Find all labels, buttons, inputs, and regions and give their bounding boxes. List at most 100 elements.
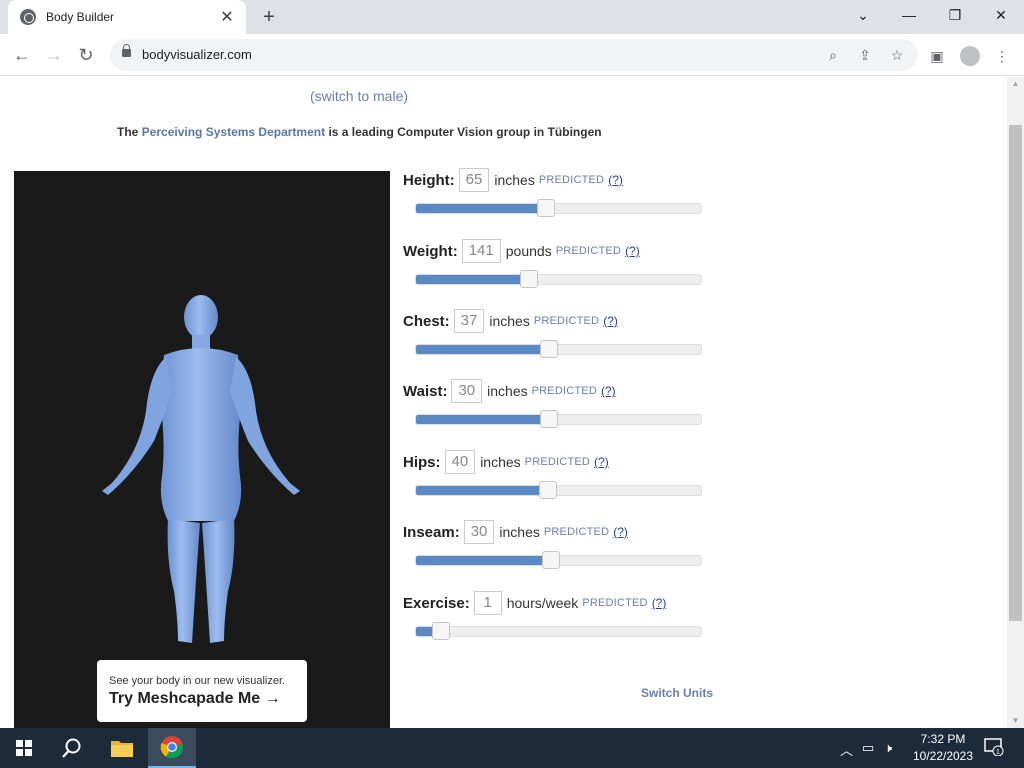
field-value-input[interactable]: 1: [473, 591, 502, 615]
help-link[interactable]: (?): [603, 314, 618, 328]
field-value-input[interactable]: 30: [451, 379, 483, 403]
tray-chevron-icon[interactable]: ︿: [840, 740, 853, 759]
field-row: Hips: 40 inches PREDICTED (?): [403, 449, 609, 475]
meshcapade-promo[interactable]: See your body in our new visualizer. Try…: [97, 660, 307, 722]
slider-handle[interactable]: [431, 622, 450, 640]
help-link[interactable]: (?): [613, 525, 628, 539]
slider-fill: [416, 275, 529, 284]
slider-handle[interactable]: [541, 551, 560, 569]
taskbar: ︿ ▭ 🕨 7:32 PM 10/22/2023 1: [0, 728, 1024, 768]
slider-handle[interactable]: [540, 340, 559, 358]
file-explorer-icon[interactable]: [98, 728, 146, 768]
share-icon[interactable]: ⇪: [856, 46, 874, 64]
slider-handle[interactable]: [537, 199, 556, 217]
field-value-input[interactable]: 65: [458, 168, 490, 192]
notification-icon[interactable]: 1: [984, 738, 1004, 759]
perceiving-systems-link[interactable]: Perceiving Systems Department: [142, 125, 325, 139]
measurement-field: Chest: 37 inches PREDICTED (?): [403, 308, 723, 368]
slider-fill: [416, 204, 546, 213]
network-icon[interactable]: ▭: [862, 740, 874, 756]
restore-button[interactable]: ❐: [932, 0, 978, 30]
intro-prefix: The: [117, 125, 139, 139]
intro-text: The Perceiving Systems Department is a l…: [117, 125, 602, 139]
close-window-button[interactable]: ✕: [978, 0, 1024, 30]
new-tab-button[interactable]: +: [258, 6, 280, 28]
measurement-slider[interactable]: [415, 410, 702, 428]
predicted-badge: PREDICTED: [555, 245, 622, 257]
url-text[interactable]: bodyvisualizer.com: [142, 47, 252, 62]
field-value-input[interactable]: 37: [453, 309, 485, 333]
promo-title-text: Try Meshcapade Me: [109, 690, 261, 707]
tab-search-icon[interactable]: ⌄: [840, 0, 886, 30]
reload-icon[interactable]: ↻: [74, 44, 98, 66]
page-viewport: (switch to male) The Perceiving Systems …: [0, 77, 1007, 728]
windows-start-icon[interactable]: [0, 728, 48, 768]
bookmark-star-icon[interactable]: ☆: [888, 46, 906, 64]
measurement-field: Height: 65 inches PREDICTED (?): [403, 167, 723, 227]
zoom-icon[interactable]: ⌕: [824, 46, 842, 64]
measurement-slider[interactable]: [415, 551, 702, 569]
volume-muted-icon[interactable]: 🕨: [884, 740, 892, 756]
slider-fill: [416, 486, 547, 495]
browser-toolbar: ← → ↻ bodyvisualizer.com ⌕ ⇪ ☆ ▣ ⋮: [0, 34, 1024, 76]
switch-units-link[interactable]: Switch Units: [641, 686, 713, 700]
field-value-input[interactable]: 141: [461, 239, 501, 263]
field-unit: hours/week: [506, 595, 579, 611]
help-link[interactable]: (?): [594, 455, 609, 469]
intro-suffix: is a leading Computer Vision group in Tü…: [328, 125, 602, 139]
side-panel-icon[interactable]: ▣: [927, 46, 947, 66]
slider-handle[interactable]: [538, 481, 557, 499]
search-icon[interactable]: [48, 728, 96, 768]
forward-icon[interactable]: →: [42, 44, 66, 66]
field-value-input[interactable]: 30: [463, 520, 495, 544]
promo-subtitle: See your body in our new visualizer.: [109, 675, 286, 687]
predicted-badge: PREDICTED: [543, 526, 610, 538]
measurement-slider[interactable]: [415, 199, 702, 217]
system-clock[interactable]: 7:32 PM 10/22/2023: [906, 731, 980, 765]
scroll-up-icon[interactable]: ▲: [1007, 77, 1024, 91]
field-label: Weight:: [403, 242, 458, 260]
scroll-thumb[interactable]: [1009, 125, 1022, 621]
profile-avatar[interactable]: [960, 46, 980, 66]
field-label: Height:: [403, 171, 455, 189]
predicted-badge: PREDICTED: [531, 385, 597, 397]
close-tab-icon[interactable]: ✕: [218, 7, 236, 27]
slider-handle[interactable]: [520, 270, 539, 288]
slider-handle[interactable]: [540, 410, 559, 428]
measurement-slider[interactable]: [415, 622, 702, 640]
page-scrollbar[interactable]: ▲ ▼: [1007, 77, 1024, 728]
globe-icon: [20, 9, 36, 25]
field-row: Chest: 37 inches PREDICTED (?): [403, 308, 618, 334]
field-unit: pounds: [505, 243, 552, 259]
field-unit: inches: [489, 313, 530, 329]
body-render-panel[interactable]: See your body in our new visualizer. Try…: [14, 171, 390, 728]
back-icon[interactable]: ←: [10, 44, 34, 66]
field-unit: inches: [494, 172, 535, 188]
lock-icon[interactable]: [122, 44, 131, 57]
browser-tab[interactable]: Body Builder ✕: [8, 0, 246, 34]
field-row: Weight: 141 pounds PREDICTED (?): [403, 238, 640, 264]
scroll-down-icon[interactable]: ▼: [1007, 714, 1024, 728]
field-unit: inches: [499, 524, 540, 540]
field-label: Waist:: [403, 382, 448, 400]
field-value-input[interactable]: 40: [444, 450, 476, 474]
measurement-slider[interactable]: [415, 270, 702, 288]
measurement-field: Exercise: 1 hours/week PREDICTED (?): [403, 590, 723, 650]
clock-date: 10/22/2023: [912, 749, 974, 763]
tab-strip: Body Builder ✕ + ⌄ — ❐ ✕: [0, 0, 1024, 34]
address-bar[interactable]: bodyvisualizer.com ⌕ ⇪ ☆: [110, 39, 918, 71]
measurement-slider[interactable]: [415, 340, 702, 358]
field-row: Waist: 30 inches PREDICTED (?): [403, 378, 616, 404]
help-link[interactable]: (?): [601, 384, 616, 398]
measurement-slider[interactable]: [415, 481, 702, 499]
menu-icon[interactable]: ⋮: [992, 46, 1012, 66]
predicted-badge: PREDICTED: [538, 174, 605, 186]
chrome-taskbar-icon[interactable]: [148, 728, 196, 768]
promo-title[interactable]: Try Meshcapade Me →: [109, 690, 307, 708]
minimize-button[interactable]: —: [886, 0, 932, 30]
help-link[interactable]: (?): [625, 244, 640, 258]
switch-gender-link[interactable]: (switch to male): [310, 88, 408, 104]
help-link[interactable]: (?): [608, 173, 623, 187]
help-link[interactable]: (?): [652, 596, 667, 610]
measurement-field: Inseam: 30 inches PREDICTED (?): [403, 519, 723, 579]
